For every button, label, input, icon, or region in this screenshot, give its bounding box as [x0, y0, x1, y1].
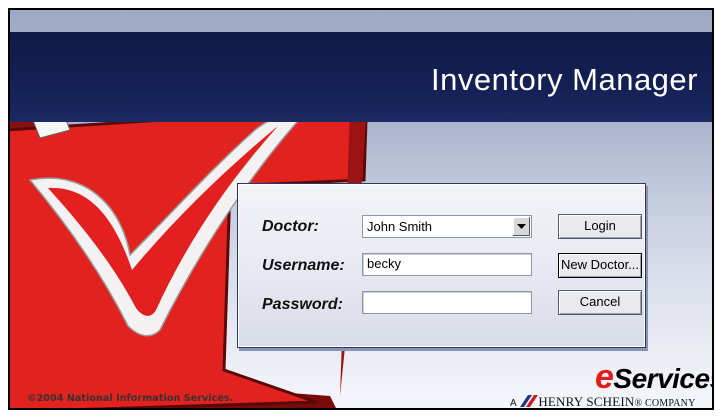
henry-schein-logo: A HENRY SCHEIN® COMPANY: [510, 394, 696, 409]
app-title: Inventory Manager: [431, 62, 698, 97]
eservices-logo-e: e: [595, 358, 614, 396]
new-doctor-button[interactable]: New Doctor...: [558, 253, 642, 278]
doctor-select[interactable]: John Smith: [362, 215, 532, 238]
username-label: Username:: [262, 257, 345, 274]
dropdown-arrow-icon[interactable]: [512, 217, 530, 236]
hs-name: HENRY SCHEIN: [538, 394, 635, 409]
eservices-logo: eServices: [595, 358, 714, 397]
henry-schein-mark-icon: [520, 395, 539, 407]
login-panel: Doctor: John Smith Username: becky Passw…: [237, 183, 646, 348]
cancel-button[interactable]: Cancel: [558, 290, 642, 315]
password-field[interactable]: [362, 291, 532, 314]
app-window: Inventory Manager Doctor: John Smith Use…: [0, 0, 722, 417]
copyright-text: ©2004 National Information Services.: [27, 393, 234, 404]
hs-suffix: ® COMPANY: [634, 398, 696, 409]
password-label: Password:: [262, 296, 343, 313]
doctor-select-value: John Smith: [367, 219, 433, 234]
username-field[interactable]: becky: [362, 253, 532, 276]
doctor-label: Doctor:: [262, 218, 319, 235]
splash-frame: Inventory Manager Doctor: John Smith Use…: [8, 8, 714, 410]
hs-prefix: A: [510, 398, 517, 409]
eservices-logo-text: Services: [613, 363, 714, 394]
header-banner: Inventory Manager: [10, 32, 712, 122]
login-button[interactable]: Login: [558, 214, 642, 239]
